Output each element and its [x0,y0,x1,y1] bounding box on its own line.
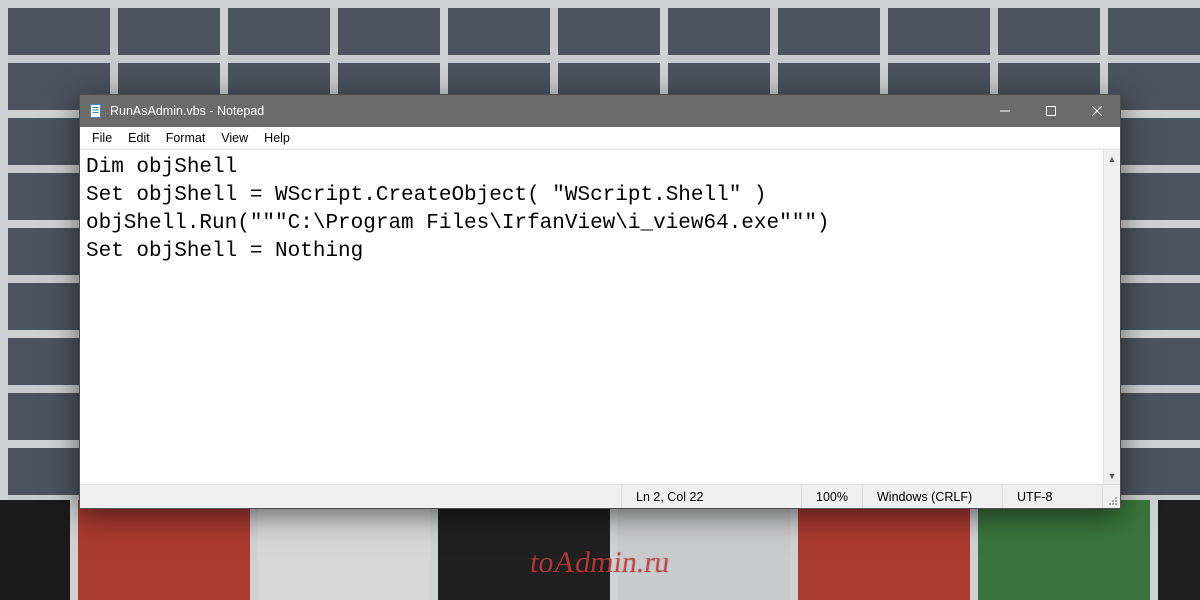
minimize-button[interactable] [982,95,1028,127]
status-cursor-position: Ln 2, Col 22 [621,485,801,508]
status-zoom: 100% [801,485,862,508]
notepad-window: RunAsAdmin.vbs - Notepad File Edit Forma… [79,94,1121,509]
resize-grip[interactable] [1102,485,1120,508]
menu-file[interactable]: File [84,129,120,147]
menu-edit[interactable]: Edit [120,129,158,147]
window-title: RunAsAdmin.vbs - Notepad [110,104,264,118]
menu-format[interactable]: Format [158,129,214,147]
vertical-scrollbar[interactable]: ▲ ▼ [1103,150,1120,484]
statusbar: Ln 2, Col 22 100% Windows (CRLF) UTF-8 [80,484,1120,508]
menu-help[interactable]: Help [256,129,298,147]
scroll-down-icon[interactable]: ▼ [1104,467,1120,484]
close-button[interactable] [1074,95,1120,127]
scroll-up-icon[interactable]: ▲ [1104,150,1120,167]
menu-view[interactable]: View [213,129,256,147]
notepad-icon [88,103,104,119]
status-line-ending: Windows (CRLF) [862,485,1002,508]
text-editor[interactable]: Dim objShell Set objShell = WScript.Crea… [80,150,1103,484]
editor-area: Dim objShell Set objShell = WScript.Crea… [80,149,1120,484]
status-encoding: UTF-8 [1002,485,1102,508]
titlebar[interactable]: RunAsAdmin.vbs - Notepad [80,95,1120,127]
menubar: File Edit Format View Help [80,127,1120,149]
statusbar-filler [80,485,621,508]
maximize-button[interactable] [1028,95,1074,127]
